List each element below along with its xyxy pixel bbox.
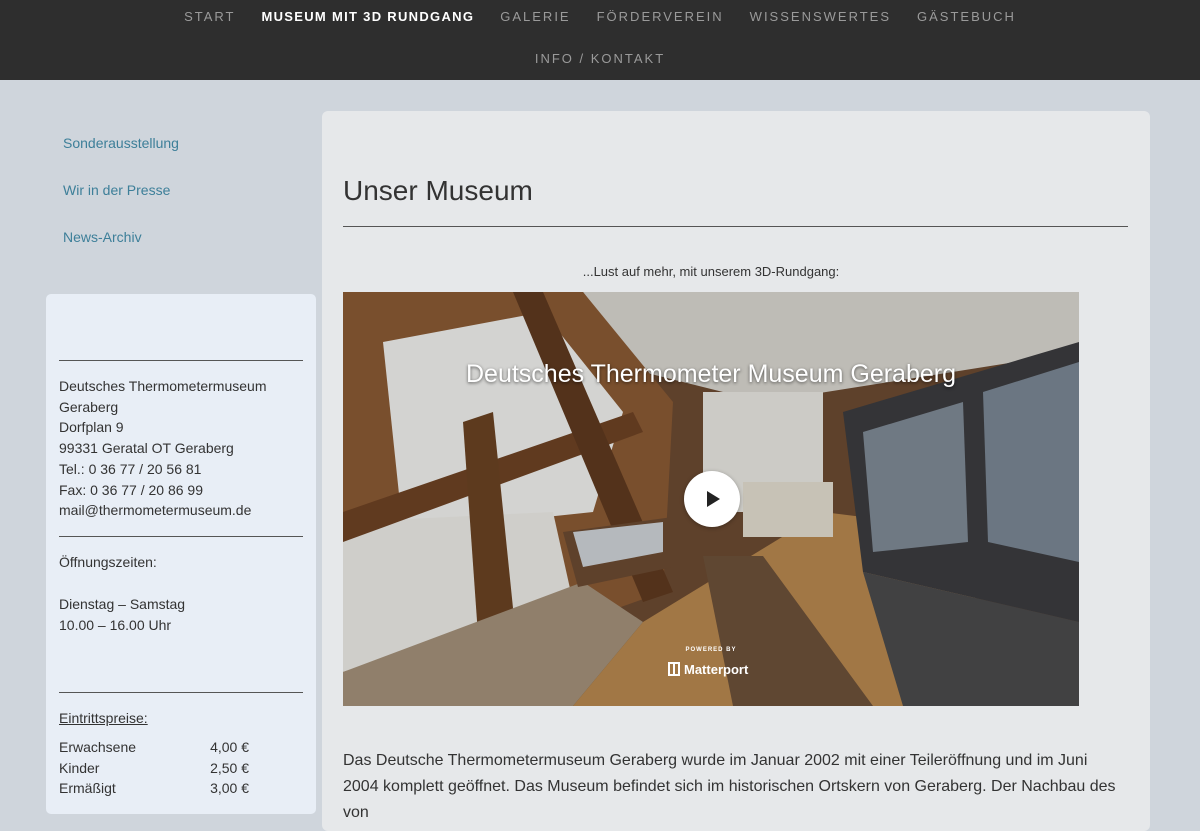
matterport-brand: Matterport [684,661,749,677]
nav-wissenswertes[interactable]: WISSENSWERTES [737,9,904,25]
intro-text: ...Lust auf mehr, mit unserem 3D-Rundgan… [582,264,840,279]
price-row: Erwachsene 4,00 € [59,737,249,758]
nav-row-primary: START MUSEUM MIT 3D RUNDGANG GALERIE FÖR… [0,9,1200,25]
price-value: 2,50 € [210,759,249,776]
fax: Fax: 0 36 77 / 20 86 99 [59,481,203,498]
nav-galerie[interactable]: GALERIE [487,9,583,25]
nav-info-kontakt[interactable]: INFO / KONTAKT [522,51,678,67]
divider [59,360,303,361]
video-title: Deutsches Thermometer Museum Geraberg [465,360,956,388]
price-value: 4,00 € [210,739,249,755]
prices-label: Eintrittspreise: [59,710,148,726]
play-icon [707,491,720,507]
sidebar-link-news-archiv[interactable]: News-Archiv [63,228,179,275]
page-title: Unser Museum [343,175,533,206]
price-value: 3,00 € [210,780,249,797]
price-name: Ermäßigt [59,780,116,797]
divider [59,692,303,693]
matterport-video-embed[interactable]: Deutsches Thermometer Museum Geraberg PO… [343,292,1079,706]
sidebar-link-sonderausstellung[interactable]: Sonderausstellung [63,134,179,181]
divider [59,536,303,537]
street: Dorfplan 9 [59,419,124,436]
nav-gaestebuch[interactable]: GÄSTEBUCH [904,9,1029,25]
main-content: Unser Museum ...Lust auf mehr, mit unser… [322,111,1150,831]
price-name: Kinder [59,759,100,776]
museum-description: Das Deutsche Thermometermuseum Geraberg … [343,752,1116,821]
nav-museum-3d[interactable]: MUSEUM MIT 3D RUNDGANG [248,9,487,25]
price-row: Kinder 2,50 € [59,758,249,779]
info-box: Deutsches Thermometermuseum Geraberg Dor… [46,294,316,814]
matterport-icon [668,662,680,676]
powered-by-label: POWERED BY [685,647,737,653]
price-name: Erwachsene [59,739,137,755]
opening-hours-time: 10.00 – 16.00 Uhr [59,617,172,633]
title-divider [343,226,1128,227]
opening-hours-label: Öffnungszeiten: [59,554,157,570]
address-block: Deutsches Thermometermuseum Geraberg Dor… [59,376,266,521]
price-row: Ermäßigt 3,00 € [59,778,249,799]
email-link[interactable]: mail@thermometermuseum.de [59,500,266,521]
opening-hours-days: Dienstag – Samstag [59,596,186,612]
nav-foerderverein[interactable]: FÖRDERVEREIN [584,9,737,25]
museum-name-line1: Deutsches Thermometermuseum [59,378,267,394]
phone: Tel.: 0 36 77 / 20 56 81 [59,460,202,477]
sidebar-link-presse[interactable]: Wir in der Presse [63,181,179,228]
nav-start[interactable]: START [171,9,248,25]
top-navigation: START MUSEUM MIT 3D RUNDGANG GALERIE FÖR… [0,0,1200,80]
price-list: Erwachsene 4,00 € Kinder 2,50 € Ermäßigt… [59,737,249,799]
nav-row-secondary: INFO / KONTAKT [0,51,1200,67]
city: 99331 Geratal OT Geraberg [59,440,234,457]
play-button[interactable] [684,471,740,527]
sidebar-nav: Sonderausstellung Wir in der Presse News… [63,134,179,275]
matterport-logo[interactable]: Matterport [668,661,748,677]
museum-name-line2: Geraberg [59,398,119,415]
